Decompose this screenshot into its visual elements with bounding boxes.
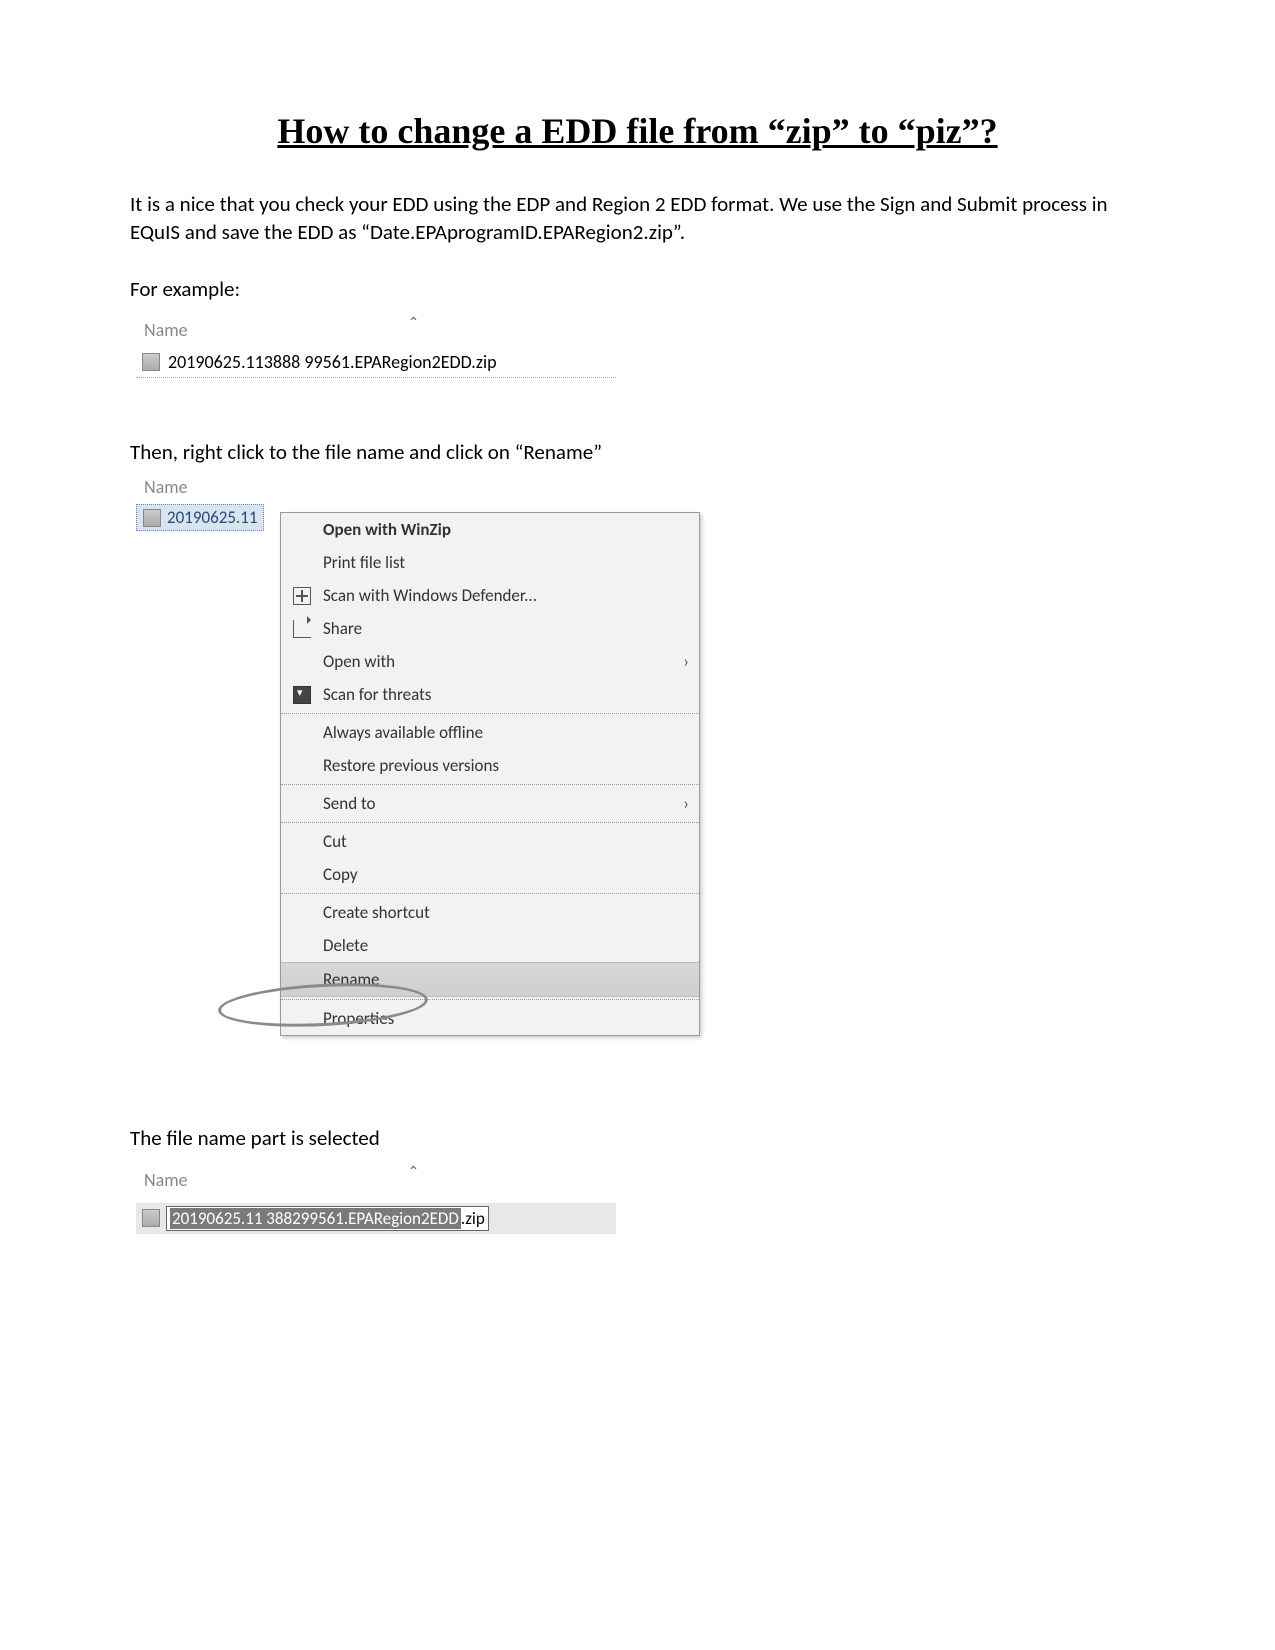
menu-rename[interactable]: Rename: [281, 962, 699, 997]
menu-scan-threats[interactable]: Scan for threats: [281, 678, 699, 711]
file-name: 20190625.113888 99561.EPARegion2EDD.zip: [168, 351, 497, 373]
sort-asc-icon[interactable]: ⌃: [408, 314, 420, 331]
column-header-name[interactable]: Name: [144, 1169, 188, 1191]
then-text: Then, right click to the file name and c…: [130, 438, 1145, 466]
page-title: How to change a EDD file from “zip” to “…: [130, 110, 1145, 152]
menu-always-offline[interactable]: Always available offline: [281, 716, 699, 749]
chevron-right-icon: ›: [683, 793, 689, 814]
file-name-truncated: 20190625.11: [167, 507, 257, 528]
intro-text: It is a nice that you check your EDD usi…: [130, 190, 1145, 247]
chevron-right-icon: ›: [683, 651, 689, 672]
menu-scan-defender[interactable]: Scan with Windows Defender...: [281, 579, 699, 612]
share-icon: [293, 620, 311, 638]
antivirus-icon: [293, 686, 311, 704]
context-menu: Open with WinZip Print file list Scan wi…: [280, 512, 700, 1036]
column-header-name[interactable]: Name: [144, 476, 1145, 498]
zip-file-icon: [142, 353, 160, 371]
file-row[interactable]: 20190625.113888 99561.EPARegion2EDD.zip: [136, 347, 616, 378]
file-row-renaming[interactable]: 20190625.11 388299561.EPARegion2EDD.zip: [136, 1203, 616, 1234]
menu-separator: [281, 893, 699, 894]
column-header-name[interactable]: Name: [144, 319, 188, 341]
selected-text: The file name part is selected: [130, 1124, 1145, 1152]
menu-separator: [281, 999, 699, 1000]
menu-create-shortcut[interactable]: Create shortcut: [281, 896, 699, 929]
selected-file-row[interactable]: 20190625.11: [136, 504, 264, 531]
rename-selected-text: 20190625.11 388299561.EPARegion2EDD: [170, 1208, 461, 1229]
menu-share[interactable]: Share: [281, 612, 699, 645]
menu-separator: [281, 713, 699, 714]
menu-restore-previous[interactable]: Restore previous versions: [281, 749, 699, 782]
rename-input[interactable]: 20190625.11 388299561.EPARegion2EDD.zip: [166, 1206, 489, 1231]
menu-print-file-list[interactable]: Print file list: [281, 546, 699, 579]
menu-separator: [281, 822, 699, 823]
defender-icon: [293, 587, 311, 605]
menu-open-winzip[interactable]: Open with WinZip: [281, 513, 699, 546]
menu-delete[interactable]: Delete: [281, 929, 699, 962]
sort-asc-icon[interactable]: ⌃: [408, 1163, 420, 1180]
menu-separator: [281, 784, 699, 785]
rename-extension: .zip: [461, 1208, 485, 1229]
menu-cut[interactable]: Cut: [281, 825, 699, 858]
zip-file-icon: [142, 1209, 160, 1227]
menu-open-with[interactable]: Open with ›: [281, 645, 699, 678]
zip-file-icon: [143, 509, 161, 527]
menu-properties[interactable]: Properties: [281, 1002, 699, 1035]
menu-send-to[interactable]: Send to ›: [281, 787, 699, 820]
menu-copy[interactable]: Copy: [281, 858, 699, 891]
for-example-text: For example:: [130, 275, 1145, 303]
